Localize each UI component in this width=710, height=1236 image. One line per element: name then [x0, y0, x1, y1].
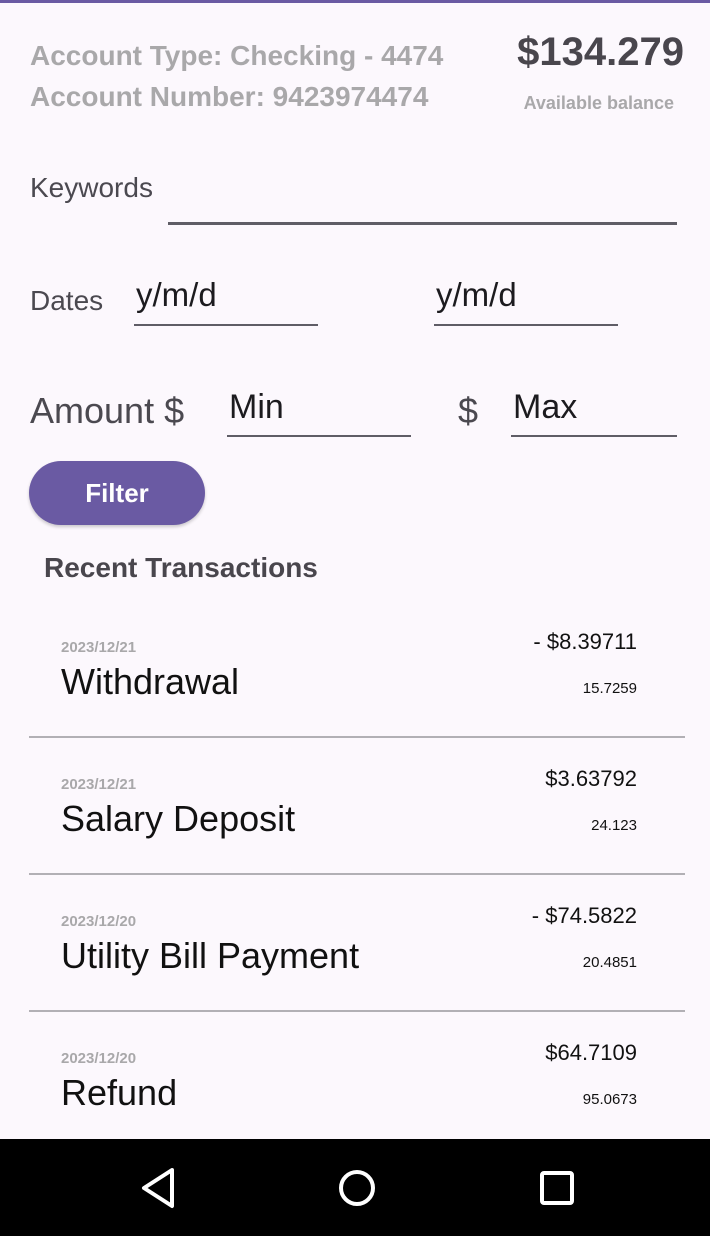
back-triangle-icon[interactable]	[133, 1163, 183, 1213]
balance-label: Available balance	[523, 93, 674, 113]
transaction-amount: $3.63792	[545, 766, 637, 791]
date-end-input[interactable]: y/m/d	[434, 276, 618, 326]
transaction-date: 2023/12/20	[61, 913, 137, 930]
transaction-row[interactable]: 2023/12/20 Refund $64.7109 95.0673	[29, 1012, 685, 1149]
transaction-name: Salary Deposit	[61, 798, 296, 839]
transaction-secondary-value: 24.123	[591, 817, 637, 834]
transaction-date: 2023/12/20	[61, 1050, 137, 1067]
amount-max-input[interactable]: Max	[511, 388, 677, 437]
transaction-row[interactable]: 2023/12/21 Withdrawal - $8.39711 15.7259	[29, 601, 685, 738]
keywords-label: Keywords	[30, 172, 153, 203]
transaction-secondary-value: 15.7259	[582, 680, 637, 697]
amount-min-input[interactable]: Min	[227, 388, 411, 437]
transaction-secondary-value: 95.0673	[582, 1091, 637, 1108]
top-accent-bar	[0, 0, 710, 3]
dates-label: Dates	[30, 285, 104, 316]
transaction-row[interactable]: 2023/12/21 Salary Deposit $3.63792 24.12…	[29, 738, 685, 875]
transaction-name: Withdrawal	[61, 661, 240, 702]
amount-max-currency: $	[458, 390, 479, 431]
date-start-input[interactable]: y/m/d	[134, 276, 318, 326]
home-circle-icon[interactable]	[332, 1163, 382, 1213]
transaction-amount: - $74.5822	[531, 903, 637, 928]
transaction-amount: $64.7109	[545, 1040, 637, 1065]
recents-square-icon[interactable]	[532, 1163, 582, 1213]
transaction-secondary-value: 20.4851	[582, 954, 637, 971]
balance-amount: $134.279	[517, 30, 684, 74]
transaction-name: Utility Bill Payment	[61, 935, 360, 976]
transaction-amount: - $8.39711	[533, 629, 637, 654]
system-nav-bar	[0, 1139, 710, 1236]
amount-label: Amount $	[30, 390, 185, 431]
recent-transactions-title: Recent Transactions	[44, 552, 318, 583]
transaction-row[interactable]: 2023/12/20 Utility Bill Payment - $74.58…	[29, 875, 685, 1012]
account-number: Account Number: 9423974474	[30, 81, 429, 112]
keywords-input[interactable]	[168, 170, 677, 225]
account-type: Account Type: Checking - 4474	[30, 40, 444, 71]
filter-button[interactable]: Filter	[29, 461, 205, 525]
transaction-name: Refund	[61, 1072, 178, 1113]
transaction-date: 2023/12/21	[61, 639, 137, 656]
transaction-date: 2023/12/21	[61, 776, 137, 793]
